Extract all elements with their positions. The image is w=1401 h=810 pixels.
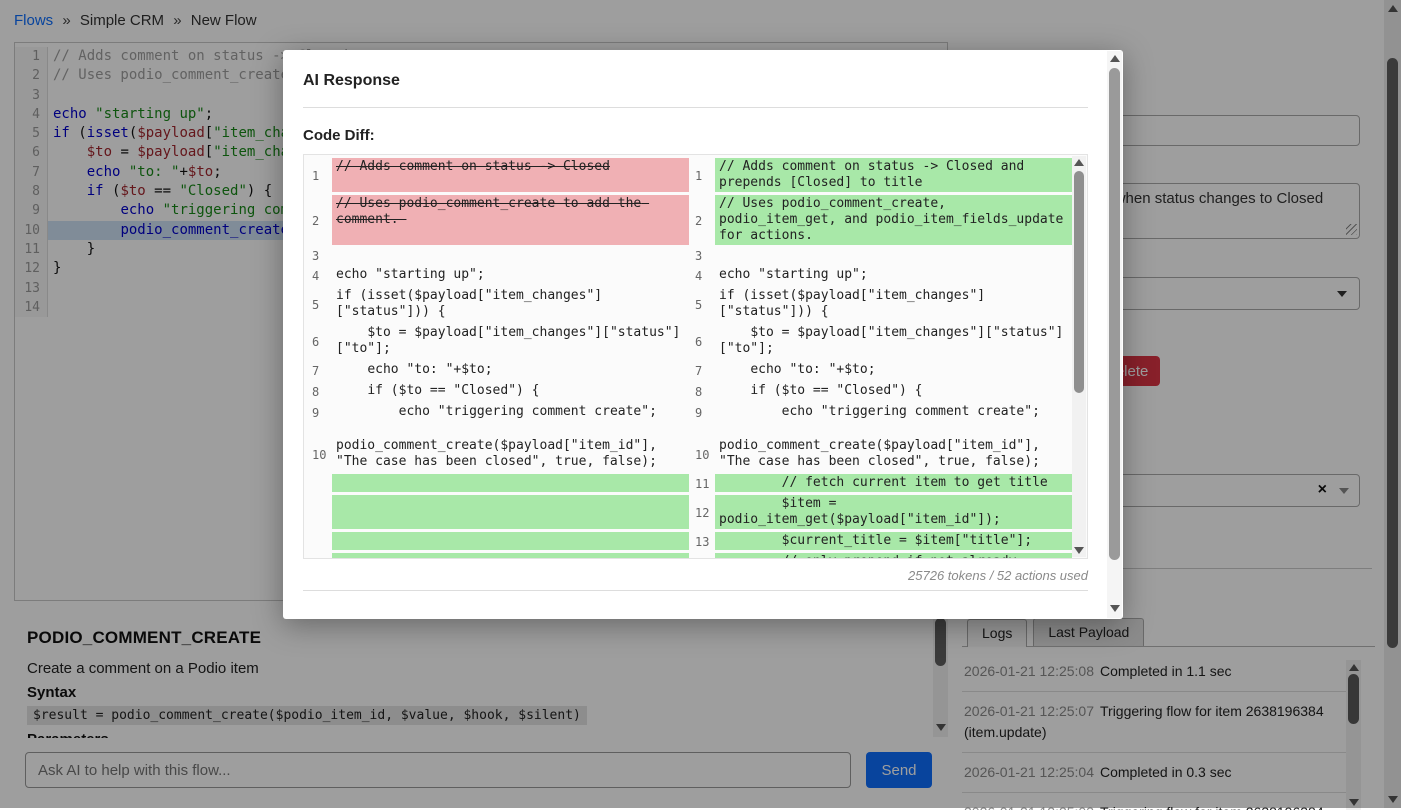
diff-line-number-new: 13: [689, 534, 715, 549]
code-diff-viewer: 1// Adds comment on status -> Closed1// …: [303, 154, 1088, 559]
scrollbar-thumb[interactable]: [1074, 171, 1084, 393]
diff-line-number-old: 2: [306, 213, 332, 228]
diff-row: 4echo "starting up";4echo "starting up";: [306, 266, 1072, 284]
diff-row: 33: [306, 248, 1072, 263]
diff-line-number-old: 1: [306, 168, 332, 183]
diff-old-line: if (isset($payload["item_changes"]["stat…: [332, 287, 689, 321]
diff-old-line: echo "triggering comment create";: [332, 403, 689, 421]
diff-line-number-new: 12: [689, 505, 715, 520]
diff-row: 10podio_comment_create($payload["item_id…: [306, 437, 1072, 471]
diff-old-line: [332, 553, 689, 559]
diff-new-line: podio_comment_create($payload["item_id"]…: [715, 437, 1072, 471]
diff-line-number-new: 8: [689, 384, 715, 399]
diff-old-line: echo "to: "+$to;: [332, 361, 689, 379]
diff-row: 13 $current_title = $item["title"];: [306, 532, 1072, 550]
scroll-up-icon[interactable]: [1110, 55, 1120, 62]
scrollbar-thumb[interactable]: [1109, 68, 1120, 560]
diff-line-number-new: 2: [689, 213, 715, 228]
diff-line-number-old: [306, 512, 332, 513]
diff-old-line: // Adds comment on status -> Closed: [332, 158, 689, 192]
diff-line-number-old: 6: [306, 334, 332, 349]
diff-old-line: if ($to == "Closed") {: [332, 382, 689, 400]
diff-new-line: [715, 248, 1072, 263]
diff-line-number-new: 11: [689, 476, 715, 491]
diff-old-line: [332, 248, 689, 263]
diff-line-number-old: [306, 483, 332, 484]
diff-line-number-old: 7: [306, 363, 332, 378]
diff-row: 7 echo "to: "+$to;7 echo "to: "+$to;: [306, 361, 1072, 379]
divider: [303, 107, 1088, 108]
diff-old-line: [332, 532, 689, 550]
diff-new-line: echo "starting up";: [715, 266, 1072, 284]
diff-line-number-new: 6: [689, 334, 715, 349]
diff-new-line: $current_title = $item["title"];: [715, 532, 1072, 550]
diff-line-number-new: 1: [689, 168, 715, 183]
diff-line-number-old: 5: [306, 297, 332, 312]
diff-line-number-old: 4: [306, 268, 332, 283]
diff-old-line: [332, 495, 689, 529]
diff-row: 11 // fetch current item to get title: [306, 474, 1072, 492]
diff-line-number-old: 8: [306, 384, 332, 399]
scroll-up-icon[interactable]: [1074, 159, 1084, 166]
diff-old-line: podio_comment_create($payload["item_id"]…: [332, 437, 689, 471]
diff-new-line: // fetch current item to get title: [715, 474, 1072, 492]
modal-title: AI Response: [303, 72, 1088, 90]
diff-line-number-old: 10: [306, 447, 332, 462]
modal-scrollbar[interactable]: [1107, 51, 1122, 618]
diff-line-number-old: [306, 541, 332, 542]
diff-new-line: $item = podio_item_get($payload["item_id…: [715, 495, 1072, 529]
diff-row: 2// Uses podio_comment_create to add the…: [306, 195, 1072, 245]
diff-new-line: $to = $payload["item_changes"]["status"]…: [715, 324, 1072, 358]
diff-new-line: echo "triggering comment create";: [715, 403, 1072, 421]
scroll-down-icon[interactable]: [1074, 547, 1084, 554]
diff-line-number-new: 7: [689, 363, 715, 378]
diff-new-line: // Uses podio_comment_create, podio_item…: [715, 195, 1072, 245]
diff-new-line: if ($to == "Closed") {: [715, 382, 1072, 400]
diff-old-line: echo "starting up";: [332, 266, 689, 284]
diff-new-line: // Adds comment on status -> Closed and …: [715, 158, 1072, 192]
diff-new-line: echo "to: "+$to;: [715, 361, 1072, 379]
diff-row: 6 $to = $payload["item_changes"]["status…: [306, 324, 1072, 358]
diff-line-number-new: 3: [689, 248, 715, 263]
diff-new-line: if (isset($payload["item_changes"]["stat…: [715, 287, 1072, 321]
token-usage-text: 25726 tokens / 52 actions used: [303, 568, 1088, 583]
diff-row: 9 echo "triggering comment create";9 ech…: [306, 403, 1072, 421]
diff-row: 14 // only prepend if not already presen…: [306, 553, 1072, 559]
code-diff-label: Code Diff:: [303, 127, 1088, 144]
diff-row: 1// Adds comment on status -> Closed1// …: [306, 158, 1072, 192]
diff-row: 8 if ($to == "Closed") {8 if ($to == "Cl…: [306, 382, 1072, 400]
diff-line-number-new: 4: [689, 268, 715, 283]
diff-spacer: [306, 424, 1072, 437]
diff-line-number-new: 5: [689, 297, 715, 312]
diff-old-line: // Uses podio_comment_create to add the …: [332, 195, 689, 245]
ai-response-modal: AI Response Code Diff: 1// Adds comment …: [283, 50, 1123, 619]
diff-row: 12 $item = podio_item_get($payload["item…: [306, 495, 1072, 529]
diff-new-line: // only prepend if not already present: [715, 553, 1072, 559]
diff-line-number-new: 9: [689, 405, 715, 420]
scroll-down-icon[interactable]: [1110, 605, 1120, 612]
diff-old-line: $to = $payload["item_changes"]["status"]…: [332, 324, 689, 358]
diff-line-number-new: 10: [689, 447, 715, 462]
diff-rows: 1// Adds comment on status -> Closed1// …: [304, 155, 1072, 559]
diff-scrollbar[interactable]: [1072, 156, 1086, 557]
diff-line-number-old: 9: [306, 405, 332, 420]
diff-line-number-old: 3: [306, 248, 332, 263]
divider: [303, 590, 1088, 591]
diff-row: 5if (isset($payload["item_changes"]["sta…: [306, 287, 1072, 321]
diff-old-line: [332, 474, 689, 492]
